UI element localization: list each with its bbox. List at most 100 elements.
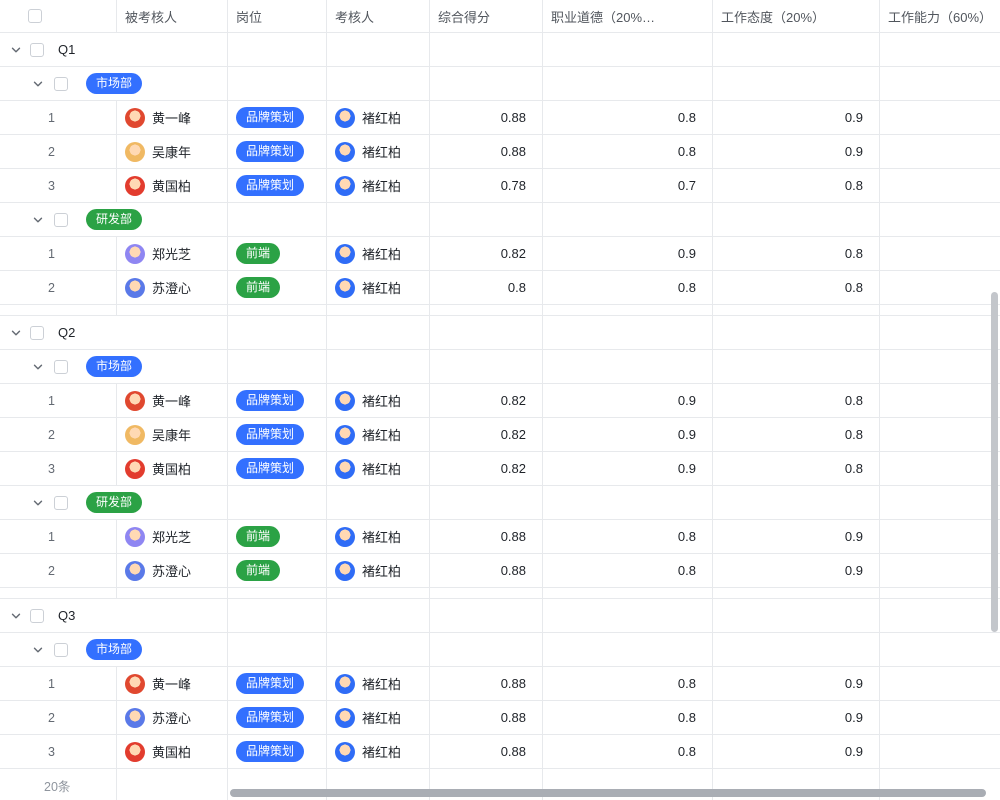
person-name: 吴康年 <box>152 425 191 444</box>
assessor-name: 褚红柏 <box>362 425 401 444</box>
row-checkbox[interactable] <box>54 360 68 374</box>
column-header-position[interactable]: 岗位 <box>228 0 327 32</box>
subgroup-cell: 市场部 <box>0 67 228 100</box>
select-all-checkbox[interactable] <box>28 9 42 23</box>
person-name: 黄一峰 <box>152 674 191 693</box>
column-header-ability[interactable]: 工作能力（60%） <box>880 0 1000 32</box>
row-checkbox[interactable] <box>54 643 68 657</box>
vertical-scrollbar-thumb[interactable] <box>991 292 998 632</box>
row-index: 2 <box>0 271 117 304</box>
assessor-cell: 褚红柏 <box>327 452 430 485</box>
table-row[interactable]: 1黄一峰品牌策划褚红柏0.820.90.8 <box>0 384 1000 418</box>
chevron-down-icon[interactable] <box>32 361 44 373</box>
avatar <box>335 527 355 547</box>
table-row[interactable]: 1黄一峰品牌策划褚红柏0.880.80.9 <box>0 667 1000 701</box>
table-row[interactable]: 2吴康年品牌策划褚红柏0.820.90.8 <box>0 418 1000 452</box>
table-row[interactable]: 2苏澄心品牌策划褚红柏0.880.80.9 <box>0 701 1000 735</box>
subgroup-row[interactable]: 市场部 <box>0 633 1000 667</box>
empty-cell <box>543 305 713 315</box>
column-header-ethics[interactable]: 职业道德（20%… <box>543 0 713 32</box>
assessor-cell: 褚红柏 <box>327 735 430 768</box>
overall-score-cell: 0.88 <box>430 735 543 768</box>
empty-cell <box>880 599 1000 632</box>
chevron-down-icon[interactable] <box>32 497 44 509</box>
group-row[interactable]: Q1 <box>0 33 1000 67</box>
column-header-assessor[interactable]: 考核人 <box>327 0 430 32</box>
assessor-name: 褚红柏 <box>362 176 401 195</box>
row-checkbox[interactable] <box>54 77 68 91</box>
column-header-attitude[interactable]: 工作态度（20%） <box>713 0 880 32</box>
avatar <box>335 425 355 445</box>
overall-score-cell: 0.82 <box>430 384 543 417</box>
position-cell: 品牌策划 <box>228 135 327 168</box>
empty-cell <box>228 588 327 598</box>
table-row[interactable]: 3黄国柏品牌策划褚红柏0.820.90.8 <box>0 452 1000 486</box>
person-cell: 苏澄心 <box>117 271 228 304</box>
table-row[interactable]: 3黄国柏品牌策划褚红柏0.880.80.9 <box>0 735 1000 769</box>
chevron-down-icon[interactable] <box>10 44 22 56</box>
person-name: 黄一峰 <box>152 108 191 127</box>
row-checkbox[interactable] <box>30 609 44 623</box>
row-index: 3 <box>0 452 117 485</box>
table-row[interactable]: 1郑光芝前端褚红柏0.880.80.9 <box>0 520 1000 554</box>
empty-cell <box>880 350 1000 383</box>
chevron-down-icon[interactable] <box>32 644 44 656</box>
subgroup-cell: 研发部 <box>0 203 228 236</box>
group-cell: Q2 <box>0 316 228 349</box>
person-cell: 黄一峰 <box>117 384 228 417</box>
table-row[interactable]: 2苏澄心前端褚红柏0.880.80.9 <box>0 554 1000 588</box>
person-cell: 黄国柏 <box>117 735 228 768</box>
position-cell: 前端 <box>228 520 327 553</box>
assessor-cell: 褚红柏 <box>327 554 430 587</box>
table-row[interactable]: 3黄国柏品牌策划褚红柏0.780.70.8 <box>0 169 1000 203</box>
empty-cell <box>228 33 327 66</box>
empty-cell <box>430 350 543 383</box>
assessor-cell: 褚红柏 <box>327 271 430 304</box>
empty-cell <box>543 203 713 236</box>
assessor-cell: 褚红柏 <box>327 667 430 700</box>
row-index: 1 <box>0 237 117 270</box>
subgroup-row[interactable]: 市场部 <box>0 67 1000 101</box>
ethics-score-cell: 0.8 <box>543 135 713 168</box>
group-row[interactable]: Q2 <box>0 316 1000 350</box>
column-header-overall-score[interactable]: 综合得分 <box>430 0 543 32</box>
group-spacer-row <box>0 305 1000 316</box>
chevron-down-icon[interactable] <box>10 327 22 339</box>
row-checkbox[interactable] <box>30 43 44 57</box>
subgroup-row[interactable]: 研发部 <box>0 203 1000 237</box>
row-checkbox[interactable] <box>54 213 68 227</box>
horizontal-scrollbar-thumb[interactable] <box>230 789 986 797</box>
group-row[interactable]: Q3 <box>0 599 1000 633</box>
position-cell: 前端 <box>228 554 327 587</box>
chevron-down-icon[interactable] <box>32 214 44 226</box>
person-name: 黄国柏 <box>152 176 191 195</box>
avatar <box>125 278 145 298</box>
empty-cell <box>543 316 713 349</box>
avatar <box>125 742 145 762</box>
assessor-name: 褚红柏 <box>362 527 401 546</box>
empty-cell <box>880 305 1000 315</box>
table-row[interactable]: 2吴康年品牌策划褚红柏0.880.80.9 <box>0 135 1000 169</box>
row-checkbox[interactable] <box>30 326 44 340</box>
table-row[interactable]: 1黄一峰品牌策划褚红柏0.880.80.9 <box>0 101 1000 135</box>
position-badge: 品牌策划 <box>236 107 304 128</box>
empty-cell <box>430 316 543 349</box>
table-body: Q1市场部1黄一峰品牌策划褚红柏0.880.80.92吴康年品牌策划褚红柏0.8… <box>0 33 1000 800</box>
ethics-score-cell: 0.7 <box>543 169 713 202</box>
table-row[interactable]: 1郑光芝前端褚红柏0.820.90.8 <box>0 237 1000 271</box>
position-cell: 前端 <box>228 237 327 270</box>
subgroup-row[interactable]: 市场部 <box>0 350 1000 384</box>
empty-cell <box>327 350 430 383</box>
department-badge: 市场部 <box>86 73 142 94</box>
chevron-down-icon[interactable] <box>10 610 22 622</box>
ability-score-cell <box>880 271 1000 304</box>
row-checkbox[interactable] <box>54 496 68 510</box>
overall-score-cell: 0.82 <box>430 418 543 451</box>
subgroup-row[interactable]: 研发部 <box>0 486 1000 520</box>
chevron-down-icon[interactable] <box>32 78 44 90</box>
column-header-person[interactable]: 被考核人 <box>117 0 228 32</box>
group-spacer-row <box>0 588 1000 599</box>
table-row[interactable]: 2苏澄心前端褚红柏0.80.80.8 <box>0 271 1000 305</box>
empty-cell <box>880 33 1000 66</box>
ability-score-cell <box>880 452 1000 485</box>
